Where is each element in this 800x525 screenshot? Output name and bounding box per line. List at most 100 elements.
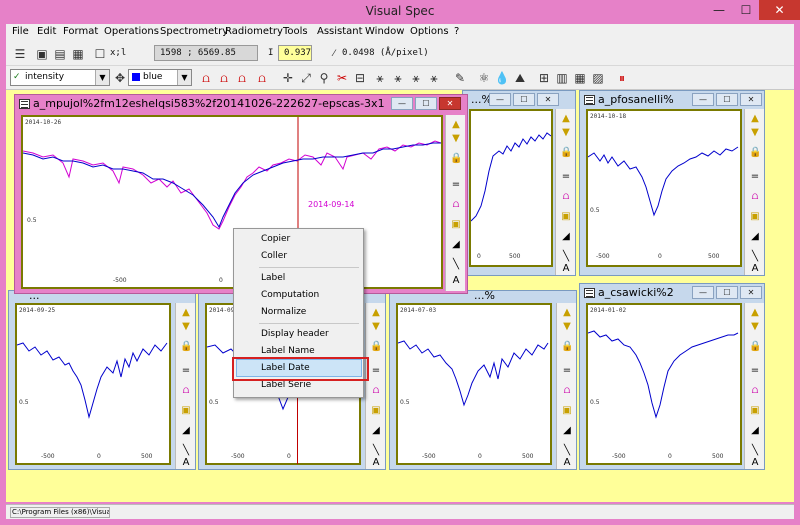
water-drop-icon[interactable]: 💧 xyxy=(494,70,510,86)
color-select[interactable]: blue ▼ xyxy=(128,69,192,86)
spectrum-window-4[interactable]: ... 2014-09-25 0.5 -500 0 500 ▲ ▼ 🔒 = ⩍ … xyxy=(8,289,196,470)
spectrum-plot[interactable]: 2014-09-25 0.5 -500 0 500 xyxy=(15,303,171,465)
line-icon[interactable]: ╲ xyxy=(450,259,462,271)
arrow-up-icon[interactable]: ▲ xyxy=(749,307,761,319)
chart-icon[interactable]: ⩍ xyxy=(749,191,761,203)
spectrum-window-3[interactable]: a_pfosanelli% — ☐ ✕ 2014-10-18 0.5 -500 … xyxy=(579,90,765,276)
line-icon[interactable]: ╲ xyxy=(180,445,192,457)
frame-icon[interactable]: ▣ xyxy=(370,405,382,417)
spectrum-tool-3-icon[interactable]: ⩍ xyxy=(234,70,250,86)
gradient-icon[interactable]: ◢ xyxy=(180,425,192,437)
ruler-icon[interactable]: ⊟ xyxy=(352,70,368,86)
image-icon[interactable]: ▨ xyxy=(590,70,606,86)
open-icon[interactable]: ▣ xyxy=(34,46,50,62)
arrow-up-icon[interactable]: ▲ xyxy=(180,307,192,319)
text-icon[interactable]: A xyxy=(450,275,462,287)
arrow-down-icon[interactable]: ▼ xyxy=(749,127,761,139)
window-close-button[interactable]: ✕ xyxy=(439,97,461,110)
frame-icon[interactable]: ▣ xyxy=(749,405,761,417)
menu-assistant[interactable]: Assistant xyxy=(317,26,363,37)
gradient-icon[interactable]: ◢ xyxy=(561,425,573,437)
lock-icon[interactable]: 🔒 xyxy=(560,147,572,159)
text-icon[interactable]: A xyxy=(370,457,382,469)
window-maximize-button[interactable]: ☐ xyxy=(415,97,437,110)
window-maximize-button[interactable]: ☐ xyxy=(716,93,738,106)
spectrum-window-6[interactable]: ...% 2014-07-03 0.5 -500 0 500 ▲ ▼ 🔒 = ⩍… xyxy=(389,289,577,470)
text-icon[interactable]: A xyxy=(180,457,192,469)
spectrum-plot[interactable]: 0 500 xyxy=(469,109,553,267)
equals-icon[interactable]: = xyxy=(180,365,192,377)
arrow-up-icon[interactable]: ▲ xyxy=(450,119,462,131)
spectrum-tool-4-icon[interactable]: ⩍ xyxy=(254,70,270,86)
menu-item-coller[interactable]: Coller xyxy=(261,251,287,261)
chart-icon[interactable]: ⩍ xyxy=(370,385,382,397)
tool-b-icon[interactable]: ⚹ xyxy=(390,70,406,86)
arrow-down-icon[interactable]: ▼ xyxy=(561,321,573,333)
save-all-icon[interactable]: ▤ xyxy=(52,46,68,62)
menu-help[interactable]: ? xyxy=(454,26,459,37)
cut-icon[interactable]: ✂ xyxy=(334,70,350,86)
equals-icon[interactable]: = xyxy=(560,171,572,183)
gradient-icon[interactable]: ◢ xyxy=(749,425,761,437)
menu-operations[interactable]: Operations xyxy=(104,26,159,37)
spectrum-tool-1-icon[interactable]: ⩍ xyxy=(198,70,214,86)
arrow-down-icon[interactable]: ▼ xyxy=(180,321,192,333)
crosshair-icon[interactable]: ✛ xyxy=(280,70,296,86)
lock-icon[interactable]: 🔒 xyxy=(749,147,761,159)
color-picker-icon[interactable]: ✥ xyxy=(112,70,128,86)
window-minimize-button[interactable]: — xyxy=(692,286,714,299)
gradient-icon[interactable]: ◢ xyxy=(450,239,462,251)
menu-item-copier[interactable]: Copier xyxy=(261,234,290,244)
chart-icon[interactable]: ⩍ xyxy=(560,191,572,203)
text-icon[interactable]: A xyxy=(560,263,572,275)
spectrum-tool-2-icon[interactable]: ⩍ xyxy=(216,70,232,86)
checkbox-icon[interactable]: ☐ xyxy=(92,46,108,62)
menu-tools[interactable]: Tools xyxy=(283,26,308,37)
maximize-button[interactable]: ☐ xyxy=(733,0,759,20)
gradient-icon[interactable]: ◢ xyxy=(370,425,382,437)
chart-icon[interactable]: ⩍ xyxy=(450,199,462,211)
line-icon[interactable]: ╲ xyxy=(749,445,761,457)
menu-item-display-header[interactable]: Display header xyxy=(261,329,329,339)
menu-item-normalize[interactable]: Normalize xyxy=(261,307,306,317)
arrow-down-icon[interactable]: ▼ xyxy=(749,321,761,333)
spectrum-window-2[interactable]: ...%2 — ☐ ✕ 0 500 ▲ ▼ 🔒 = ⩍ ▣ ◢ ╲ A xyxy=(462,90,576,276)
menu-item-label[interactable]: Label xyxy=(261,273,285,283)
frame-icon[interactable]: ▣ xyxy=(560,211,572,223)
text-icon[interactable]: A xyxy=(749,457,761,469)
menu-item-label-name[interactable]: Label Name xyxy=(261,346,315,356)
lock-icon[interactable]: 🔒 xyxy=(561,341,573,353)
menu-item-computation[interactable]: Computation xyxy=(261,290,319,300)
line-icon[interactable]: ╲ xyxy=(561,445,573,457)
menu-spectrometry[interactable]: Spectrometry xyxy=(160,26,228,37)
equals-icon[interactable]: = xyxy=(749,365,761,377)
close-button[interactable]: ✕ xyxy=(759,0,800,20)
calibrate-icon[interactable]: ✎ xyxy=(452,70,468,86)
list-icon[interactable]: ☰ xyxy=(12,46,28,62)
lock-icon[interactable]: 🔒 xyxy=(450,153,462,165)
equals-icon[interactable]: = xyxy=(450,179,462,191)
window-maximize-button[interactable]: ☐ xyxy=(716,286,738,299)
menu-radiometry[interactable]: Radiometry xyxy=(225,26,283,37)
equals-icon[interactable]: = xyxy=(561,365,573,377)
spectrum-plot[interactable]: 2014-01-02 0.5 -500 0 500 xyxy=(586,303,742,465)
window-close-button[interactable]: ✕ xyxy=(537,93,559,106)
tool-d-icon[interactable]: ⚹ xyxy=(426,70,442,86)
arrow-up-icon[interactable]: ▲ xyxy=(370,307,382,319)
zoom-icon[interactable]: ⚲ xyxy=(316,70,332,86)
frame-icon[interactable]: ▣ xyxy=(450,219,462,231)
lock-icon[interactable]: 🔒 xyxy=(370,341,382,353)
spectrum-plot[interactable]: 2014-10-26 0.5 2014-09-14 -500 0 xyxy=(21,115,443,289)
zoom-out-icon[interactable]: ⤢ xyxy=(298,70,314,86)
menu-edit[interactable]: Edit xyxy=(37,26,56,37)
line-icon[interactable]: ╲ xyxy=(370,445,382,457)
arrow-up-icon[interactable]: ▲ xyxy=(560,113,572,125)
mode-select[interactable]: ✓ intensity ▼ xyxy=(10,69,110,86)
save-icon[interactable]: ▦ xyxy=(70,46,86,62)
lock-icon[interactable]: 🔒 xyxy=(180,341,192,353)
spectrum-window-7[interactable]: a_csawicki%2 — ☐ ✕ 2014-01-02 0.5 -500 0… xyxy=(579,283,765,470)
text-icon[interactable]: A xyxy=(749,263,761,275)
split-icon[interactable]: ⏸ xyxy=(614,70,630,86)
menu-options[interactable]: Options xyxy=(410,26,449,37)
line-icon[interactable]: ╲ xyxy=(560,251,572,263)
